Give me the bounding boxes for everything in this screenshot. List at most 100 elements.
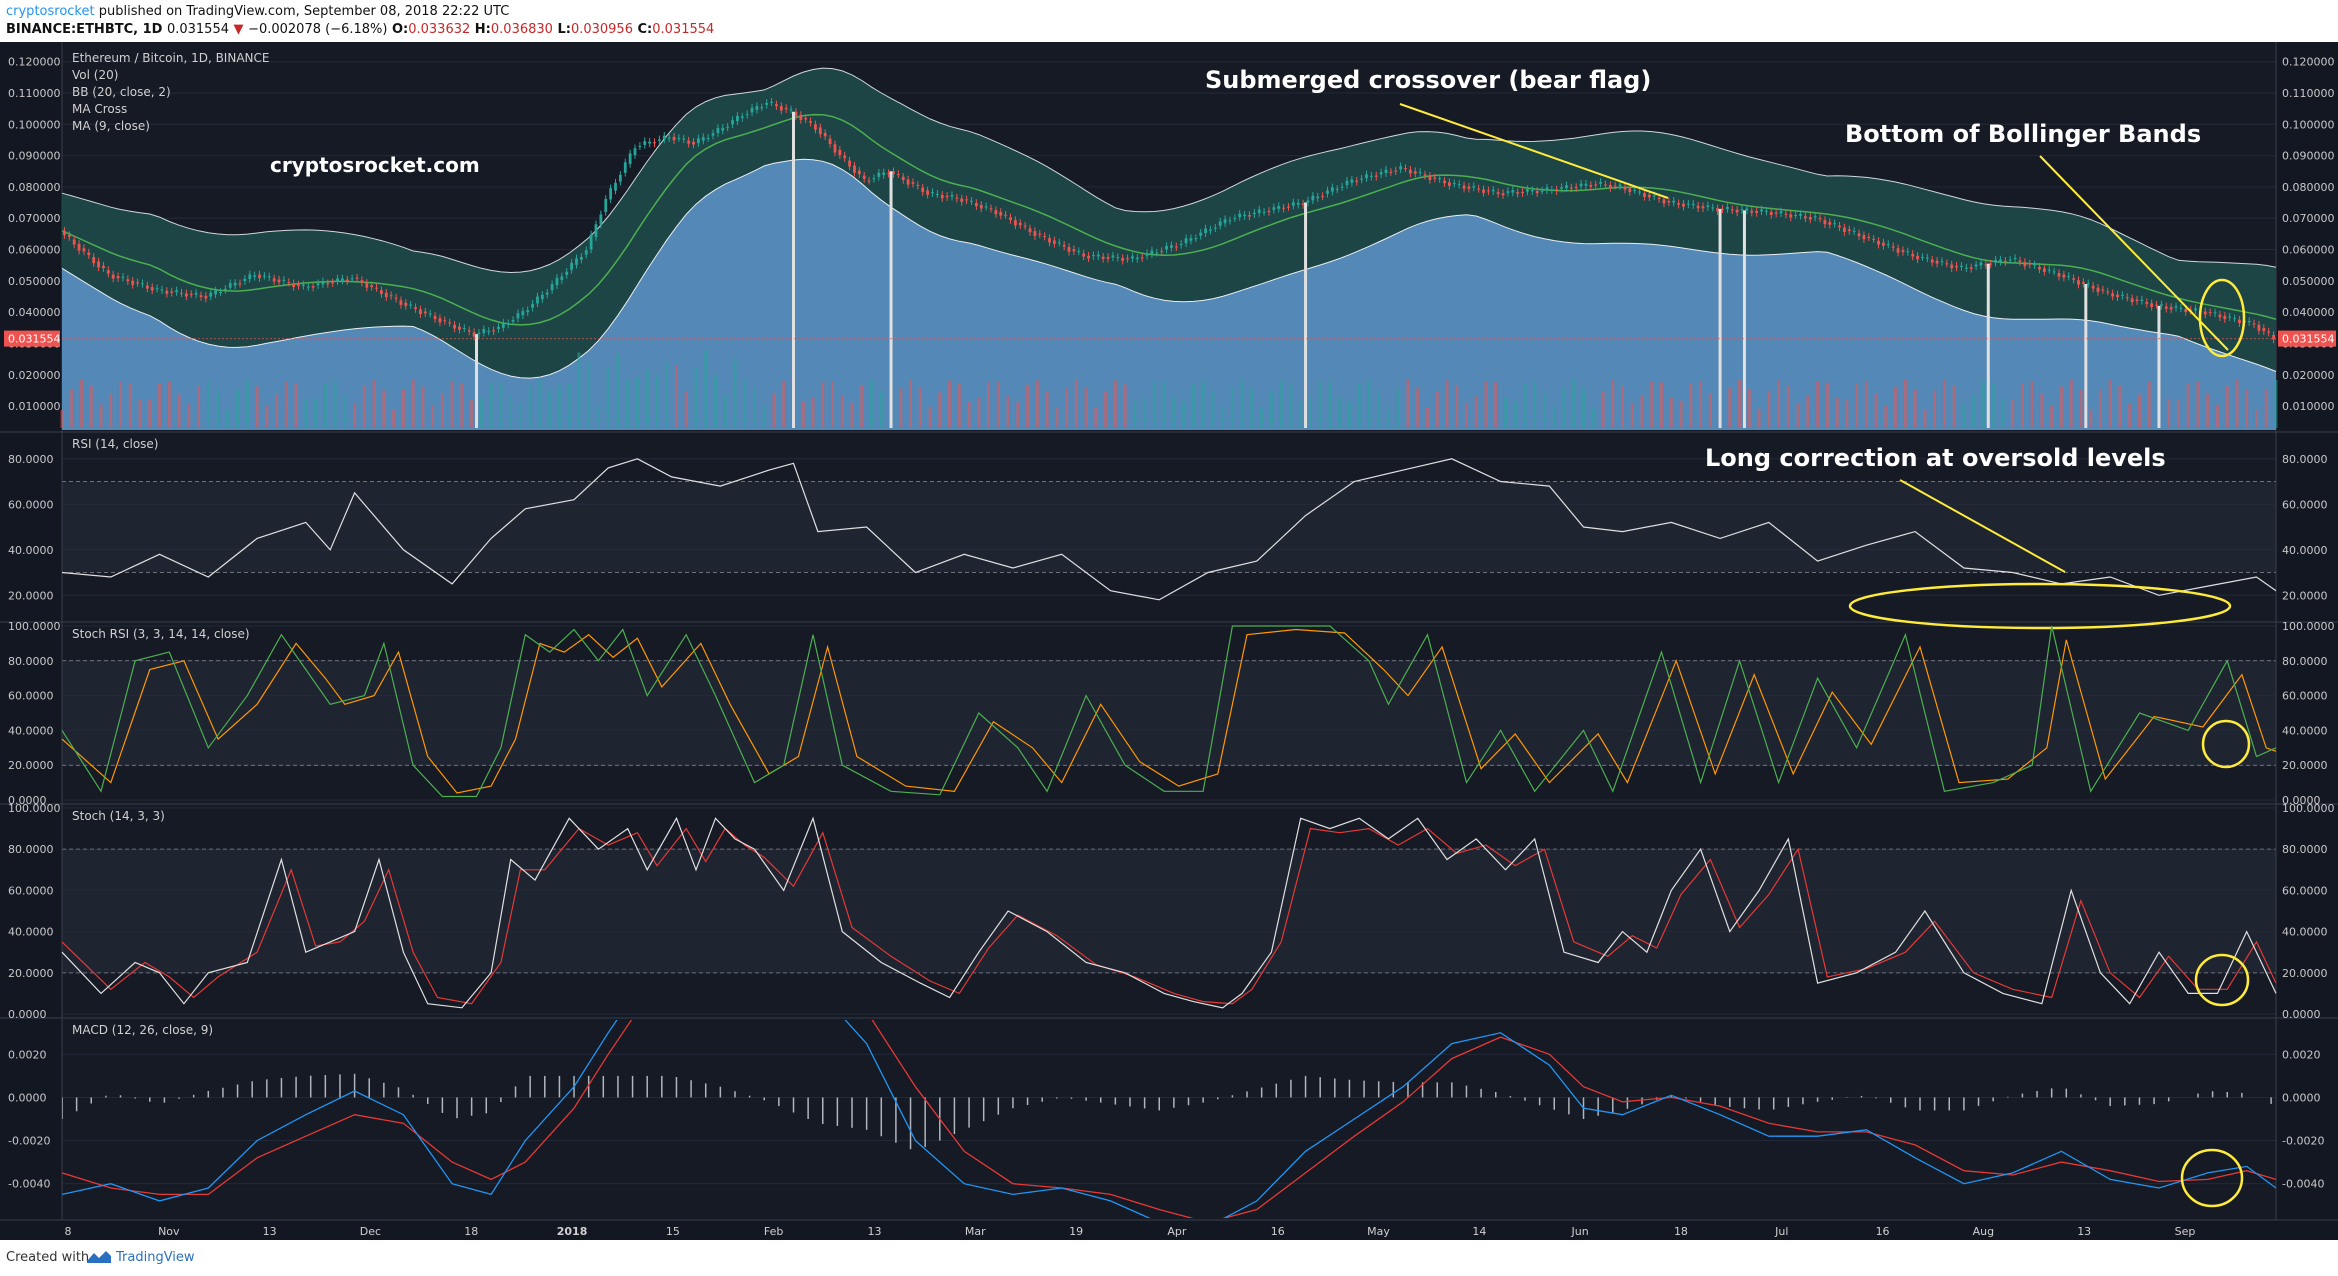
volume-bar: [645, 369, 649, 428]
y-tick-label-left: 0.060000: [8, 244, 61, 257]
candle-body: [2023, 262, 2027, 267]
candle-body: [628, 153, 632, 164]
volume-bar: [1825, 382, 1829, 428]
y-tick-label-right: 20.0000: [2282, 589, 2328, 602]
candle-body: [482, 329, 486, 333]
volume-bar: [70, 389, 74, 428]
candle-body: [1248, 215, 1251, 217]
volume-bar: [938, 392, 942, 428]
candle-body: [599, 214, 603, 225]
volume-bar: [1289, 384, 1293, 428]
candle-body: [1794, 214, 1798, 216]
candle-body: [2125, 297, 2129, 299]
candle-body: [1896, 248, 1900, 253]
volume-bar: [713, 375, 717, 428]
candle-body: [1652, 195, 1656, 197]
candle-body: [1535, 190, 1539, 194]
candle-body: [857, 170, 861, 175]
author-link[interactable]: cryptosrocket: [6, 4, 95, 19]
y-tick-label-right: 20.0000: [2282, 967, 2328, 980]
candle-body: [1857, 233, 1861, 237]
candle-body: [458, 326, 461, 330]
candle-body: [575, 258, 578, 265]
candle-body: [1764, 210, 1768, 212]
volume-bar: [489, 382, 493, 428]
candle-body: [150, 287, 154, 291]
candle-body: [292, 283, 296, 288]
candle-body: [1584, 183, 1588, 186]
candle-body: [1589, 185, 1593, 187]
candle-body: [1506, 191, 1510, 193]
volume-bar: [2264, 389, 2268, 428]
candle-body: [145, 285, 149, 289]
y-tick-label-left: 0.0000: [8, 1008, 47, 1021]
volume-bar: [450, 380, 454, 428]
candle-body: [896, 173, 900, 175]
volume-bar: [2079, 389, 2083, 428]
candle-body: [1009, 217, 1012, 221]
candle-body: [731, 120, 734, 125]
candle-body: [1194, 238, 1198, 240]
candle-body: [1199, 232, 1203, 236]
volume-bar: [197, 385, 201, 428]
candle-body: [375, 287, 378, 289]
y-tick-label-left: 0.0000: [8, 1091, 47, 1104]
candle-body: [1487, 190, 1490, 192]
candle-body: [1165, 245, 1168, 250]
last-price-label-right: 0.031554: [2282, 333, 2335, 346]
volume-bar: [1757, 408, 1761, 428]
candle-body: [648, 141, 652, 144]
candle-body: [423, 311, 427, 314]
candle-body: [1413, 171, 1417, 174]
candle-body: [2145, 302, 2149, 304]
candle-body: [141, 283, 144, 285]
candle-body: [1813, 216, 1817, 218]
volume-bar: [206, 380, 210, 428]
chart-canvas[interactable]: 0.0100000.0100000.0200000.0200000.030000…: [0, 42, 2338, 1240]
y-tick-label-left: 40.0000: [8, 724, 54, 737]
candle-body: [2116, 294, 2119, 298]
tradingview-brand[interactable]: TradingView: [116, 1250, 195, 1265]
candle-body: [1769, 211, 1773, 215]
volume-bar: [509, 395, 513, 428]
candle-body: [1296, 202, 1300, 205]
volume-bar: [635, 377, 639, 428]
candle-body: [760, 107, 764, 109]
y-tick-label-left: 0.100000: [8, 118, 61, 131]
candle-body: [1048, 238, 1051, 243]
volume-bar: [1269, 391, 1273, 428]
volume-bar: [1328, 382, 1332, 428]
volume-bar: [372, 380, 376, 428]
candle-body: [970, 200, 973, 202]
candle-body: [1345, 180, 1349, 186]
created-with-text: Created with: [6, 1250, 90, 1265]
candle-body: [604, 198, 608, 212]
candle-body: [258, 274, 261, 279]
volume-bar: [275, 393, 279, 428]
candle-body: [1160, 251, 1164, 253]
candle-body: [1833, 223, 1837, 225]
candle-body: [1594, 184, 1598, 186]
candle-body: [1945, 263, 1949, 265]
candle-body: [497, 326, 500, 330]
candle-body: [1740, 209, 1744, 211]
volume-bar: [411, 380, 415, 428]
candle-body: [243, 278, 247, 282]
volume-bar: [1065, 388, 1069, 428]
candle-body: [692, 141, 695, 145]
candle-body: [657, 139, 661, 141]
candle-body: [428, 313, 432, 315]
candle-body: [1233, 218, 1237, 220]
candle-body: [994, 210, 998, 215]
candle-body: [2003, 260, 2007, 263]
candle-body: [1209, 229, 1212, 231]
candle-body: [2077, 280, 2080, 285]
volume-bar: [401, 389, 405, 428]
candle-body: [848, 160, 851, 167]
candle-body: [1994, 259, 1997, 263]
volume-bar: [294, 383, 298, 428]
volume-bar: [1835, 398, 1839, 428]
volume-bar: [284, 380, 288, 428]
candle-body: [1096, 254, 1100, 257]
candle-body: [1228, 220, 1232, 222]
